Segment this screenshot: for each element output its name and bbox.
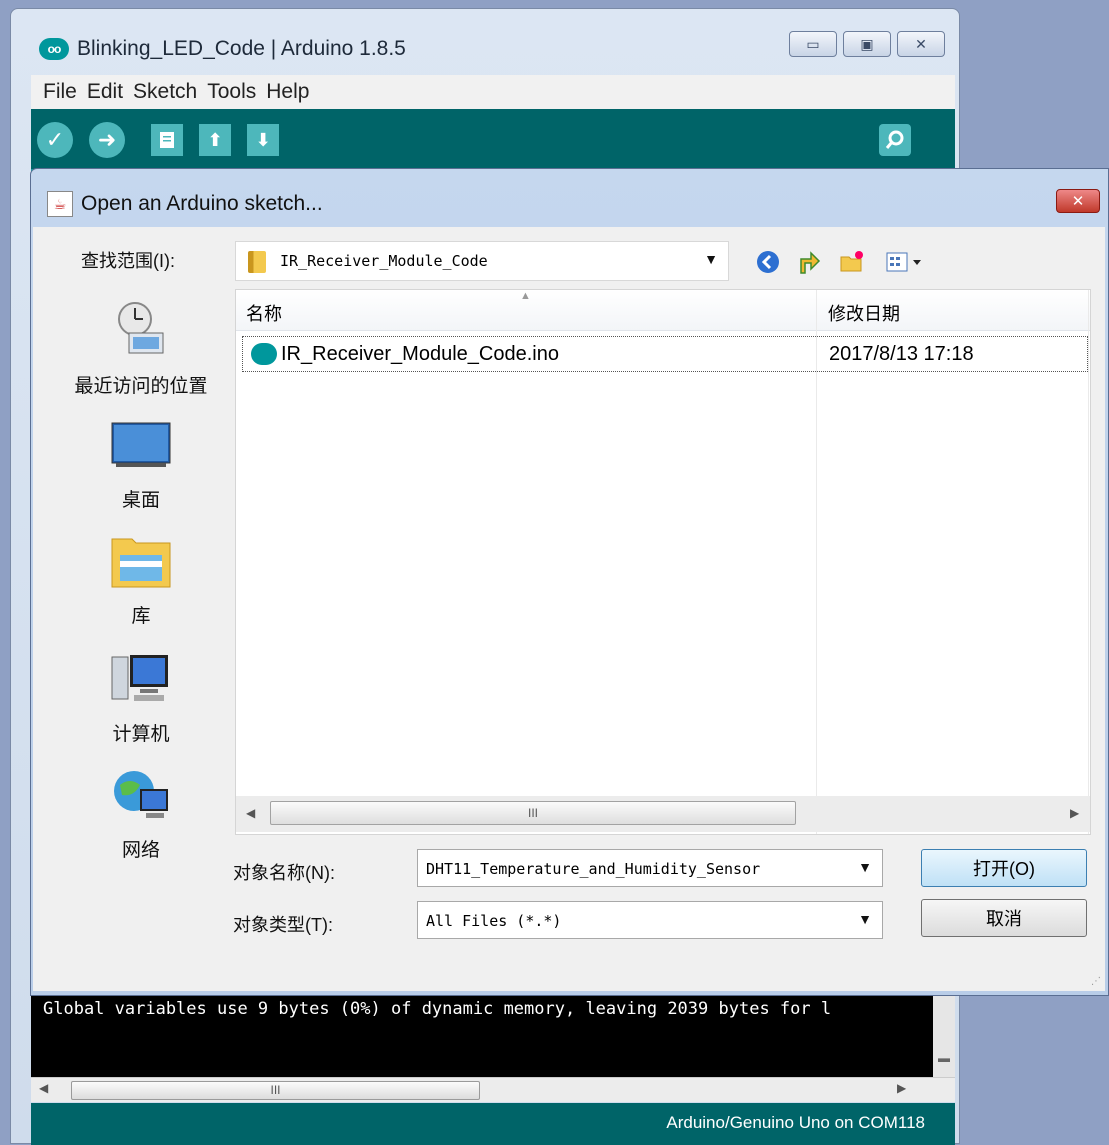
arduino-file-icon <box>251 343 277 365</box>
scroll-left-icon[interactable]: ◀ <box>39 1081 48 1095</box>
file-name-value: DHT11_Temperature_and_Humidity_Sensor <box>426 860 761 878</box>
place-computer[interactable]: 计算机 <box>57 651 225 746</box>
file-list-scroll-thumb[interactable]: III <box>270 801 796 825</box>
column-separator <box>1088 290 1089 834</box>
open-sketch-button[interactable]: ⬆ <box>199 124 231 156</box>
sort-ascending-icon: ▲ <box>520 290 531 302</box>
main-window-title-text: Blinking_LED_Code | Arduino 1.8.5 <box>77 37 406 60</box>
place-desktop[interactable]: 桌面 <box>57 419 225 512</box>
menu-sketch[interactable]: Sketch <box>133 80 197 104</box>
menu-help[interactable]: Help <box>266 80 309 104</box>
place-recent[interactable]: 最近访问的位置 <box>57 299 225 398</box>
look-in-label: 查找范围(I): <box>81 251 175 271</box>
new-file-icon <box>160 132 174 148</box>
create-new-folder-icon[interactable] <box>839 249 865 275</box>
file-type-label: 对象类型(T): <box>233 915 333 935</box>
scroll-left-icon[interactable]: ◀ <box>246 806 255 820</box>
open-button[interactable]: 打开(O) <box>921 849 1087 887</box>
look-in-combobox[interactable]: IR_Receiver_Module_Code ▼ <box>235 241 729 281</box>
folder-icon <box>248 251 266 273</box>
main-window-title: oo Blinking_LED_Code | Arduino 1.8.5 <box>39 37 406 61</box>
cancel-button[interactable]: 取消 <box>921 899 1087 937</box>
editor-horizontal-scrollbar[interactable]: ◀ III ▶ <box>31 1077 955 1102</box>
file-type-combobox[interactable]: All Files (*.*) ▼ <box>417 901 883 939</box>
close-button[interactable]: ✕ <box>897 31 945 57</box>
file-list[interactable]: ▲ 名称 修改日期 IR_Receiver_Module_Code.ino 20… <box>235 289 1091 835</box>
console-text: Global variables use 9 bytes (0%) of dyn… <box>43 999 832 1019</box>
window-controls: ▭ ▣ ✕ <box>789 31 945 57</box>
verify-button[interactable]: ✓ <box>37 122 73 158</box>
status-bar: Arduino/Genuino Uno on COM118 <box>31 1103 955 1145</box>
place-network[interactable]: 网络 <box>57 767 225 862</box>
file-name-combobox[interactable]: DHT11_Temperature_and_Humidity_Sensor ▼ <box>417 849 883 887</box>
back-icon[interactable] <box>755 249 781 275</box>
file-name-label: 对象名称(N): <box>233 863 335 883</box>
recent-places-icon <box>118 302 164 354</box>
new-sketch-button[interactable] <box>151 124 183 156</box>
file-row[interactable]: IR_Receiver_Module_Code.ino 2017/8/13 17… <box>242 336 1088 372</box>
maximize-button[interactable]: ▣ <box>843 31 891 57</box>
menu-tools[interactable]: Tools <box>207 80 256 104</box>
place-libraries-label: 库 <box>131 606 151 627</box>
scroll-down-icon[interactable]: ▬ <box>938 1051 950 1065</box>
place-network-label: 网络 <box>121 840 160 861</box>
dialog-close-button[interactable]: ✕ <box>1056 189 1100 213</box>
file-list-horizontal-scrollbar[interactable]: ◀ III ▶ <box>236 796 1090 832</box>
open-sketch-dialog: ☕ Open an Arduino sketch... ✕ 查找范围(I): I… <box>30 168 1109 996</box>
file-name: IR_Receiver_Module_Code.ino <box>281 343 559 365</box>
file-list-header: ▲ 名称 修改日期 <box>236 290 1090 331</box>
menu-file[interactable]: File <box>43 80 77 104</box>
network-icon <box>114 771 168 818</box>
desktop-icon <box>111 422 171 467</box>
arduino-logo-icon: oo <box>39 38 69 60</box>
arduino-toolbar: ✓ ➜ ⬆ ⬇ <box>31 109 955 169</box>
column-header-extra[interactable] <box>1078 300 1083 321</box>
java-cup-icon: ☕ <box>47 191 73 217</box>
dialog-body: 查找范围(I): IR_Receiver_Module_Code ▼ 最近访问的… <box>33 227 1105 991</box>
chevron-down-icon[interactable]: ▼ <box>704 251 718 267</box>
file-date: 2017/8/13 17:18 <box>829 343 974 365</box>
chevron-down-icon[interactable]: ▼ <box>858 859 872 875</box>
file-type-value: All Files (*.*) <box>426 912 562 930</box>
place-recent-label: 最近访问的位置 <box>74 376 208 397</box>
menu-bar: File Edit Sketch Tools Help <box>31 75 955 109</box>
magnifier-icon <box>885 130 904 149</box>
look-in-value: IR_Receiver_Module_Code <box>280 252 488 270</box>
menu-edit[interactable]: Edit <box>87 80 123 104</box>
editor-scroll-thumb[interactable]: III <box>71 1081 480 1100</box>
scroll-right-icon[interactable]: ▶ <box>1070 806 1079 820</box>
serial-monitor-button[interactable] <box>879 124 911 156</box>
column-header-name[interactable]: 名称 <box>246 300 282 326</box>
scroll-right-icon[interactable]: ▶ <box>897 1081 906 1095</box>
upload-button[interactable]: ➜ <box>89 122 125 158</box>
board-status: Arduino/Genuino Uno on COM118 <box>666 1113 925 1132</box>
place-computer-label: 计算机 <box>112 724 170 745</box>
chevron-down-icon[interactable]: ▼ <box>858 911 872 927</box>
place-libraries[interactable]: 库 <box>57 531 225 628</box>
resize-grip-icon[interactable]: ⋰ <box>1091 976 1101 987</box>
dialog-title: ☕ Open an Arduino sketch... <box>47 191 323 217</box>
computer-icon <box>111 655 168 701</box>
view-menu-icon[interactable] <box>885 249 931 275</box>
save-sketch-button[interactable]: ⬇ <box>247 124 279 156</box>
dialog-title-text: Open an Arduino sketch... <box>81 192 323 215</box>
libraries-icon <box>111 538 171 588</box>
column-header-date[interactable]: 修改日期 <box>828 300 900 326</box>
minimize-button[interactable]: ▭ <box>789 31 837 57</box>
up-one-level-icon[interactable] <box>797 249 823 275</box>
place-desktop-label: 桌面 <box>121 490 160 511</box>
